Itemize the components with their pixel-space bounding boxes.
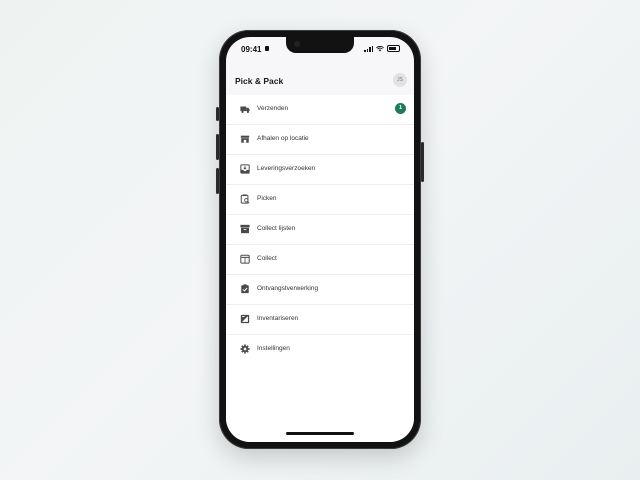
menu-item-leveringsverzoeken[interactable]: Leveringsverzoeken	[226, 155, 414, 185]
power-button	[421, 142, 424, 182]
lock-icon	[265, 46, 269, 51]
page-title: Pick & Pack	[235, 76, 284, 86]
inbox-icon	[240, 164, 250, 174]
menu-item-picken[interactable]: Picken	[226, 185, 414, 215]
menu-item-label: Picken	[257, 195, 277, 202]
app-header: Pick & Pack JS	[226, 69, 414, 93]
menu-item-inventariseren[interactable]: Inventariseren	[226, 305, 414, 335]
menu-item-ontvangstverwerking[interactable]: Ontvangstverwerking	[226, 275, 414, 305]
gear-icon	[240, 344, 250, 354]
wifi-icon	[376, 45, 384, 51]
truck-icon	[240, 106, 250, 113]
battery-icon	[387, 45, 400, 52]
menu-item-label: Verzenden	[257, 105, 289, 112]
phone-frame: 09:41 Pick & Pack JS Verzenden 1 Afhalen…	[216, 30, 424, 449]
main-menu: Verzenden 1 Afhalen op locatie Leverings…	[226, 95, 414, 442]
count-badge: 1	[395, 103, 406, 114]
volume-up-button	[216, 134, 219, 160]
menu-item-label: Collect lijsten	[257, 225, 296, 232]
store-icon	[240, 135, 250, 143]
menu-item-collect[interactable]: Collect	[226, 245, 414, 275]
menu-item-verzenden[interactable]: Verzenden 1	[226, 95, 414, 125]
menu-item-instellingen[interactable]: Instellingen	[226, 335, 414, 364]
menu-item-collect-lijsten[interactable]: Collect lijsten	[226, 215, 414, 245]
menu-item-label: Inventariseren	[257, 315, 299, 322]
clipboard-search-icon	[240, 194, 250, 204]
menu-item-label: Afhalen op locatie	[257, 135, 309, 142]
status-icons	[364, 45, 400, 52]
menu-item-afhalen-op-locatie[interactable]: Afhalen op locatie	[226, 125, 414, 155]
status-time: 09:41	[241, 45, 262, 54]
menu-item-label: Leveringsverzoeken	[257, 165, 316, 172]
menu-item-label: Ontvangstverwerking	[257, 285, 319, 292]
phone-screen: 09:41 Pick & Pack JS Verzenden 1 Afhalen…	[226, 37, 414, 442]
menu-item-label: Instellingen	[257, 345, 290, 352]
user-avatar[interactable]: JS	[393, 73, 407, 87]
clipboard-check-icon	[241, 284, 249, 294]
signal-icon	[364, 45, 373, 52]
calendar-box-icon	[240, 254, 250, 264]
menu-item-label: Collect	[257, 255, 277, 262]
volume-down-button	[216, 168, 219, 194]
camera-notch	[286, 37, 354, 53]
mute-switch	[216, 107, 219, 121]
archive-icon	[240, 224, 250, 234]
home-indicator[interactable]	[286, 432, 354, 435]
inventory-icon	[240, 314, 250, 324]
